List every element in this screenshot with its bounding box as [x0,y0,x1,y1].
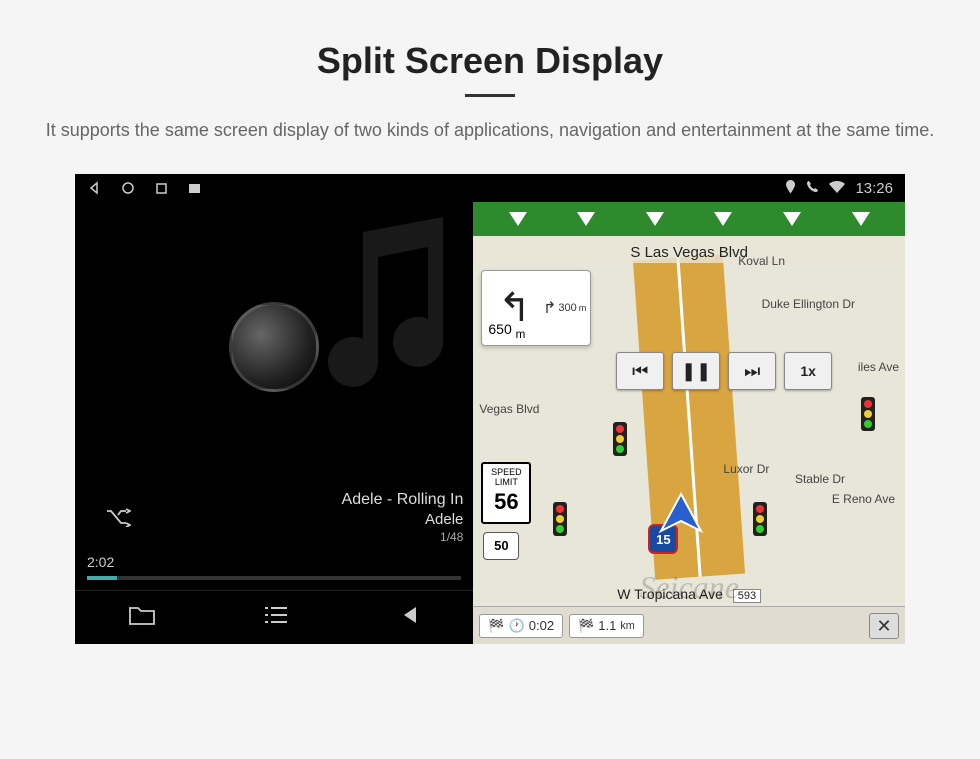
eta-chip[interactable]: 🏁 🕐 0:02 [479,614,563,638]
statusbar-right: 13:26 [785,180,893,197]
traffic-light-icon [861,397,875,431]
elapsed-time: 2:02 [87,554,114,570]
page-title: Split Screen Display [0,40,980,82]
lane-arrow-icon [646,212,664,226]
lane-guidance-bar [473,202,905,236]
clock-time: 13:26 [855,180,893,197]
circle-icon[interactable] [121,181,135,195]
page-subtitle: It supports the same screen display of t… [40,117,940,144]
status-bar: 13:26 [75,174,905,202]
route-badge: 50 [483,532,519,560]
skip-forward-button[interactable]: ⏭ [728,352,776,390]
progress-fill [87,576,117,580]
distance-chip[interactable]: 🏁 1.1km [569,614,644,638]
poi-label: Duke Ellington Dr [762,297,855,311]
location-pin-icon [785,180,796,197]
music-pane: Adele - Rolling In Adele 1/48 2:02 [75,202,473,644]
square-icon[interactable] [155,182,168,195]
wifi-icon [829,181,845,196]
split-container: Adele - Rolling In Adele 1/48 2:02 [75,202,905,644]
vehicle-arrow-icon [656,489,706,544]
phone-icon [806,180,819,196]
turn-distance: 650 [488,321,511,337]
previous-icon[interactable] [396,604,420,631]
lane-arrow-icon [852,212,870,226]
speed-button[interactable]: 1x [784,352,832,390]
title-underline [465,94,515,97]
lane-arrow-icon [783,212,801,226]
nav-bottom-bar: 🏁 🕐 0:02 🏁 1.1km ✕ [473,606,905,644]
music-bottom-bar [75,590,473,644]
traffic-light-icon [753,502,767,536]
track-artist: Adele [135,511,463,528]
turn-next-icon: ↱300m [543,298,586,318]
speed-limit-sign: SPEED LIMIT 56 [481,462,531,524]
track-info: Adele - Rolling In Adele 1/48 [75,491,473,550]
folder-icon[interactable] [128,604,156,631]
back-triangle-icon[interactable] [87,181,101,195]
skip-back-button[interactable]: ⏮ [616,352,664,390]
playback-controls: ⏮ ❚❚ ⏭ 1x [603,352,845,390]
poi-label: Stable Dr [795,472,845,486]
music-note-icon [303,212,473,407]
progress-row: 2:02 [75,550,473,590]
lane-arrow-icon [509,212,527,226]
progress-bar[interactable] [87,576,461,580]
playlist-icon[interactable] [263,605,289,630]
close-button[interactable]: ✕ [869,613,899,639]
flag-icon: 🏁 [578,618,594,634]
flag-icon: 🏁 [488,618,504,634]
pause-button[interactable]: ❚❚ [672,352,720,390]
watermark: Seicane [639,569,739,606]
poi-label: iles Ave [858,360,899,374]
track-title: Adele - Rolling In [135,491,463,509]
lane-arrow-icon [714,212,732,226]
picture-icon[interactable] [188,182,201,195]
traffic-light-icon [613,422,627,456]
shuffle-icon[interactable] [105,507,131,532]
poi-label: E Reno Ave [832,492,895,506]
navigation-pane: S Las Vegas Blvd ↰ ↱300m 650 m ⏮ ❚❚ ⏭ 1x… [473,202,905,644]
street-top-label: S Las Vegas Blvd [473,242,905,263]
statusbar-left [87,181,201,195]
poi-label: Luxor Dr [723,462,769,476]
track-count: 1/48 [135,530,463,544]
lane-arrow-icon [577,212,595,226]
turn-sign: ↰ ↱300m 650 m [481,270,591,346]
poi-label: Vegas Blvd [479,402,539,416]
clock-icon: 🕐 [509,618,525,634]
album-area [75,202,473,491]
poi-label: Koval Ln [738,254,785,268]
device-frame: 13:26 Adele - Rolling In Adele 1/48 2:02 [75,174,905,644]
traffic-light-icon [553,502,567,536]
